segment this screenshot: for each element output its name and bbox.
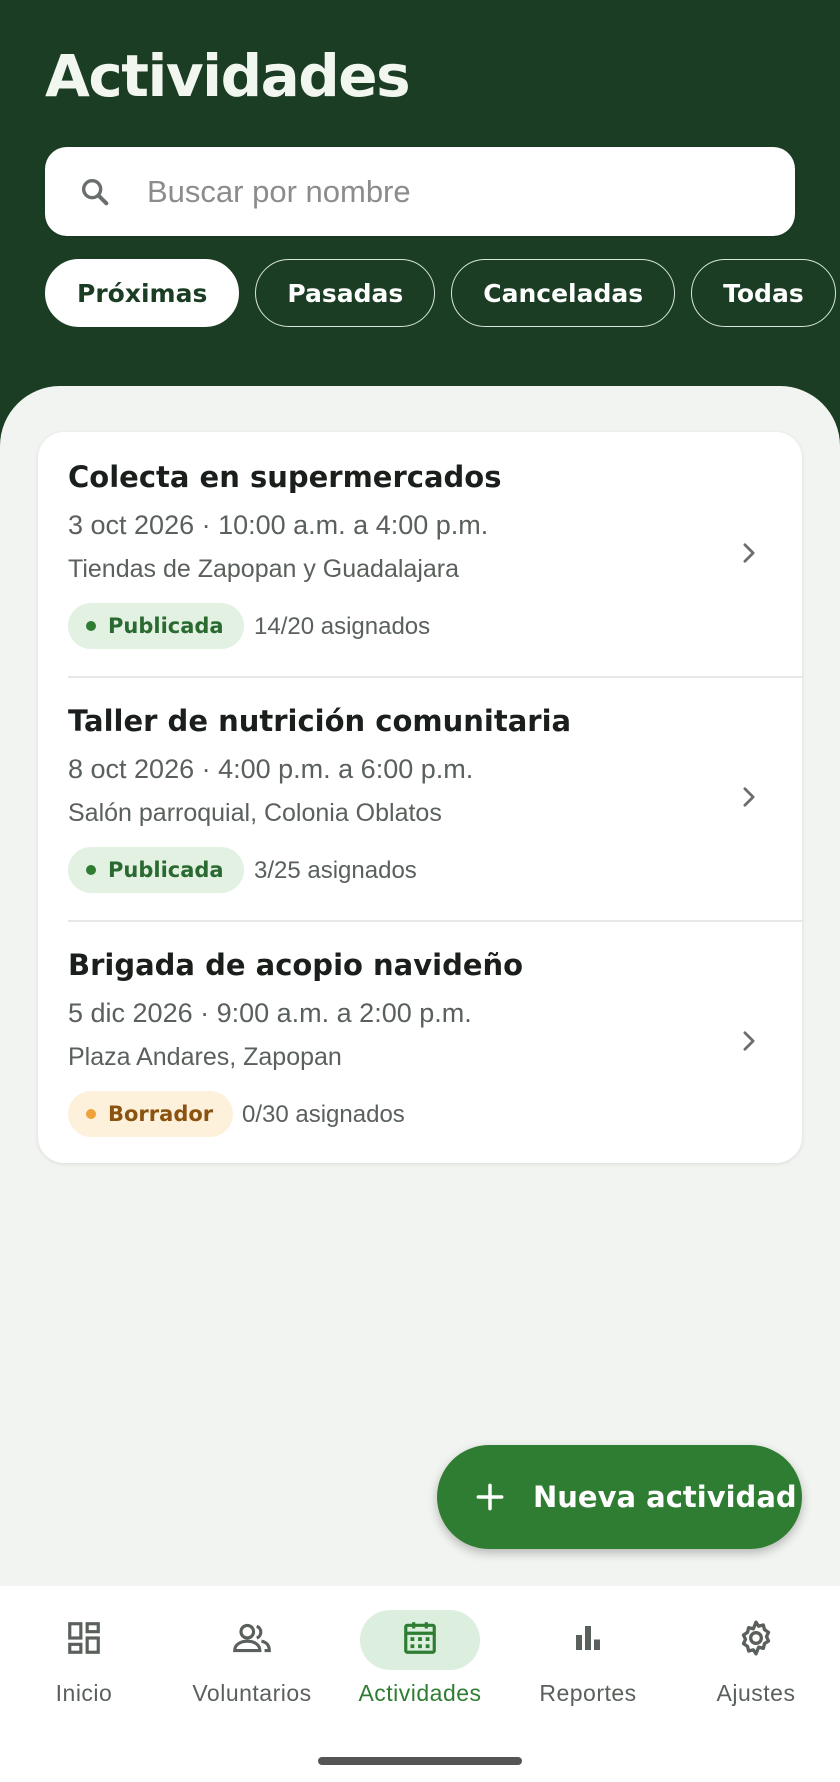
status-badge: Publicada: [68, 847, 244, 893]
plus-icon: [475, 1482, 505, 1512]
assigned-count: 14/20 asignados: [254, 613, 431, 640]
status-dot: [86, 865, 96, 875]
nav-item-voluntarios[interactable]: Voluntarios: [168, 1610, 336, 1720]
status-badge: Publicada: [68, 603, 244, 649]
nav-item-actividades[interactable]: Actividades: [336, 1610, 504, 1720]
filter-chip-proximas[interactable]: Próximas: [45, 259, 240, 327]
header: Actividades Próximas Pasadas Canceladas …: [0, 0, 840, 420]
calendar-icon: [401, 1619, 439, 1661]
search-input[interactable]: [147, 173, 747, 210]
new-activity-label: Nueva actividad: [533, 1480, 797, 1514]
activity-title: Brigada de acopio navideño: [68, 948, 524, 982]
nav-item-reportes[interactable]: Reportes: [504, 1610, 672, 1720]
activity-title: Colecta en supermercados: [68, 460, 502, 494]
activity-item[interactable]: Colecta en supermercados 3 oct 2026 · 10…: [38, 432, 802, 675]
gear-icon: [736, 1618, 776, 1662]
status-dot: [86, 621, 96, 631]
assigned-count: 3/25 asignados: [254, 857, 417, 884]
activity-item[interactable]: Brigada de acopio navideño 5 dic 2026 · …: [38, 920, 802, 1163]
dashboard-icon: [65, 1619, 103, 1661]
status-dot: [86, 1109, 96, 1119]
activities-list: Colecta en supermercados 3 oct 2026 · 10…: [38, 432, 802, 1163]
chevron-right-icon: [734, 1026, 764, 1056]
nav-label: Voluntarios: [192, 1680, 312, 1706]
nav-label: Reportes: [539, 1680, 637, 1706]
nav-label: Inicio: [55, 1680, 113, 1706]
nav-item-ajustes[interactable]: Ajustes: [672, 1610, 840, 1720]
search-icon: [75, 172, 115, 212]
activity-location: Salón parroquial, Colonia Oblatos: [68, 799, 442, 827]
status-label: Borrador: [108, 1102, 214, 1126]
activity-title: Taller de nutrición comunitaria: [68, 704, 572, 738]
filter-chip-todas[interactable]: Todas: [691, 259, 836, 327]
home-indicator[interactable]: [318, 1757, 522, 1765]
filter-chip-pasadas[interactable]: Pasadas: [255, 259, 436, 327]
activity-location: Plaza Andares, Zapopan: [68, 1043, 342, 1071]
filter-chip-canceladas[interactable]: Canceladas: [451, 259, 676, 327]
status-badge: Borrador: [68, 1091, 234, 1137]
new-activity-button[interactable]: Nueva actividad: [437, 1445, 802, 1549]
filter-chips: Próximas Pasadas Canceladas Todas: [45, 259, 836, 327]
nav-item-inicio[interactable]: Inicio: [0, 1610, 168, 1720]
nav-label: Actividades: [358, 1680, 482, 1706]
assigned-count: 0/30 asignados: [242, 1101, 405, 1128]
bottom-navigation: Inicio Voluntarios Actividades Reportes: [0, 1586, 840, 1782]
chevron-right-icon: [734, 782, 764, 812]
activity-datetime: 5 dic 2026 · 9:00 a.m. a 2:00 p.m.: [68, 998, 472, 1028]
search-bar[interactable]: [45, 147, 795, 236]
activity-datetime: 8 oct 2026 · 4:00 p.m. a 6:00 p.m.: [68, 754, 474, 784]
people-icon: [230, 1619, 274, 1661]
status-label: Publicada: [108, 858, 224, 882]
bar-chart-icon: [570, 1620, 606, 1660]
chevron-right-icon: [734, 538, 764, 568]
activity-datetime: 3 oct 2026 · 10:00 a.m. a 4:00 p.m.: [68, 510, 489, 540]
page-title: Actividades: [45, 42, 411, 110]
activity-location: Tiendas de Zapopan y Guadalajara: [68, 555, 460, 583]
activity-item[interactable]: Taller de nutrición comunitaria 8 oct 20…: [38, 676, 802, 919]
nav-label: Ajustes: [716, 1680, 796, 1706]
status-label: Publicada: [108, 614, 224, 638]
